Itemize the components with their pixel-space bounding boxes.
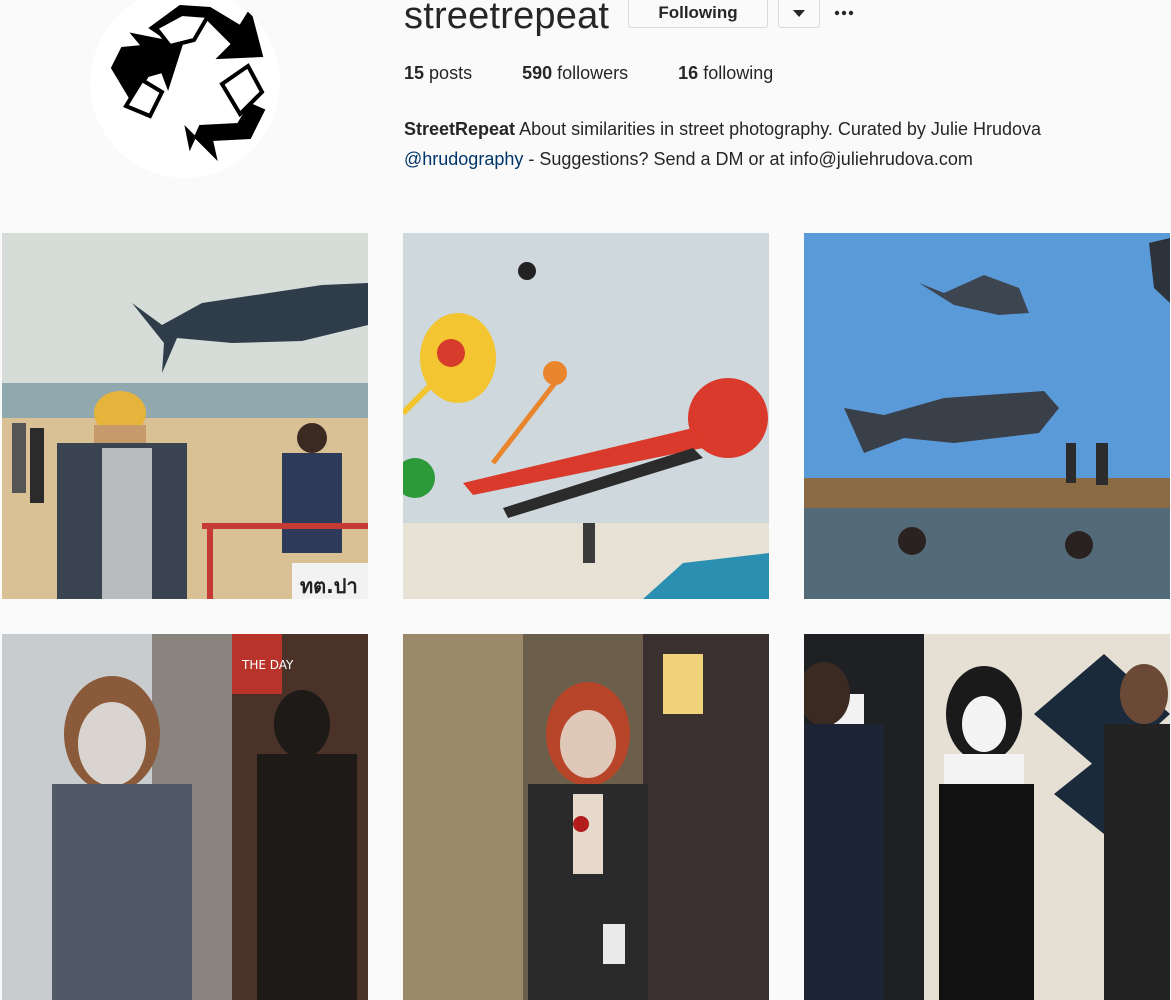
followers-label: followers <box>557 63 629 83</box>
chevron-down-icon <box>793 3 805 23</box>
following-button[interactable]: Following <box>628 0 768 28</box>
following-stat[interactable]: 16 following <box>678 63 773 84</box>
post-thumbnail-4[interactable]: THE DAY <box>2 634 368 1000</box>
bio-name: StreetRepeat <box>404 119 516 139</box>
followers-stat[interactable]: 590 followers <box>522 63 628 84</box>
post-image: ทต.ปา <box>2 233 368 599</box>
posts-stat: 15 posts <box>404 63 472 84</box>
post-thumbnail-5[interactable] <box>403 634 769 1000</box>
suggestions-dropdown-button[interactable] <box>778 0 820 28</box>
bio-text: About similarities in street photography… <box>519 119 1041 139</box>
post-thumbnail-2[interactable] <box>403 233 769 599</box>
post-sign-text: ทต.ปา <box>300 574 358 598</box>
more-options-button[interactable] <box>832 0 856 24</box>
following-count: 16 <box>678 63 699 83</box>
profile-avatar[interactable] <box>90 0 280 178</box>
profile-stats: 15 posts 590 followers 16 following <box>404 63 823 84</box>
post-thumbnail-3[interactable] <box>804 233 1170 599</box>
ellipsis-icon <box>834 3 854 21</box>
bio-text-2: - Suggestions? Send a DM or at info@juli… <box>528 149 973 169</box>
following-label: following <box>703 63 774 83</box>
profile-username: streetrepeat <box>404 0 610 37</box>
post-image <box>403 233 769 599</box>
bio-handle-link[interactable]: @hrudography <box>404 149 523 169</box>
post-thumbnail-1[interactable]: ทต.ปา <box>2 233 368 599</box>
post-image: THE DAY <box>2 634 368 1000</box>
recycle-icon <box>90 0 280 178</box>
post-thumbnail-6[interactable] <box>804 634 1170 1000</box>
followers-count: 590 <box>522 63 553 83</box>
posts-label: posts <box>429 63 473 83</box>
post-image <box>804 233 1170 599</box>
post-image <box>804 634 1170 1000</box>
post-image <box>403 634 769 1000</box>
post-sign-text: THE DAY <box>241 658 294 672</box>
profile-bio: StreetRepeat About similarities in stree… <box>404 114 1144 174</box>
posts-count: 15 <box>404 63 425 83</box>
